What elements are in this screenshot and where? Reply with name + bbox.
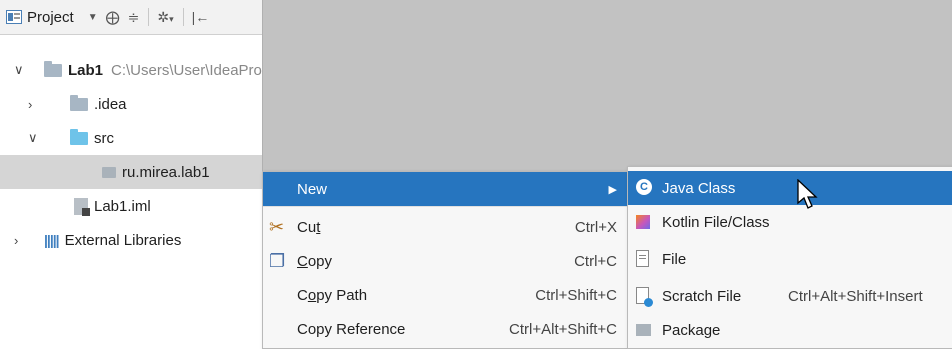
tree-item-label: External Libraries [64,231,182,249]
menu-item-label: Copy Path [297,286,368,304]
menu-separator [263,206,627,207]
project-toolbar: Project ▼ ⨁ ≑ ✲▾ |← [0,0,262,35]
menu-shortcut: Ctrl+X [574,218,617,236]
package-icon [636,324,651,336]
source-folder-icon [70,128,88,145]
menu-item-copy-reference[interactable]: Copy Reference Ctrl+Alt+Shift+C [263,312,627,346]
menu-shortcut: Ctrl+Alt+Shift+C [509,320,617,338]
toolbar-divider [182,8,184,26]
file-icon [636,250,649,267]
tree-item-label: Lab1.iml [94,197,151,215]
submenu-item-label: File [662,250,687,268]
tree-item-label: src [94,129,114,147]
scratch-file-icon [636,287,653,307]
chevron-right-icon[interactable]: › [14,233,18,248]
menu-shortcut: Ctrl+Shift+C [535,286,617,304]
submenu-item-label: Scratch File [662,287,742,305]
mouse-pointer-icon [797,179,818,209]
module-folder-icon [44,60,62,77]
tree-item-label: .idea [94,95,127,113]
submenu-item-scratch[interactable]: Scratch File Ctrl+Alt+Shift+Insert [628,279,952,313]
kotlin-icon [636,215,650,229]
submenu-item-file[interactable]: File [628,242,952,276]
submenu-item-label: Java Class [662,179,736,197]
submenu-arrow-icon: ▶ [608,183,617,196]
copy-icon: ❐ [269,250,286,271]
package-icon [102,166,116,178]
menu-item-label: Cut [297,218,321,236]
menu-item-label: Copy Reference [297,320,406,338]
tree-item-package[interactable]: ru.mirea.lab1 [0,155,262,189]
chevron-down-icon[interactable]: ∨ [28,130,38,146]
submenu-item-label: Package [662,321,721,339]
submenu-item-label: Kotlin File/Class [662,213,770,231]
menu-shortcut: Ctrl+C [574,252,617,270]
menu-item-label: New [297,180,328,198]
project-view-selector[interactable]: Project [6,9,74,26]
context-menu: New ▶ ✂ Cut Ctrl+X ❐ Copy Ctrl+C Copy Pa… [262,171,628,349]
project-panel: Project ▼ ⨁ ≑ ✲▾ |← ∨ Lab1 C:\Users\User… [0,0,262,347]
tree-item-lab1[interactable]: ∨ Lab1 C:\Users\User\IdeaPro [0,53,262,87]
menu-item-label: Copy [297,252,333,270]
gear-icon[interactable]: ✲▾ [157,9,173,26]
tree-item-label: Lab1 [68,61,104,79]
folder-icon [70,94,88,111]
new-submenu: C Java Class Kotlin File/Class File Scra… [627,166,952,349]
tree-item-src[interactable]: ∨ src [0,121,262,155]
tree-item-label: ru.mirea.lab1 [122,163,210,181]
tree-item-iml[interactable]: Lab1.iml [0,189,262,223]
module-file-icon [74,197,90,216]
dropdown-icon[interactable]: ▼ [88,12,98,23]
tree-item-external-libraries[interactable]: › ||||| External Libraries [0,223,262,257]
chevron-down-icon[interactable]: ∨ [14,62,24,78]
java-class-icon: C [636,179,652,195]
locate-icon[interactable]: ⨁ [106,9,120,26]
project-title: Project [27,8,74,26]
module-path: C:\Users\User\IdeaPro [111,61,262,79]
collapse-icon[interactable]: ≑ [128,9,140,26]
menu-shortcut: Ctrl+Alt+Shift+Insert [788,287,923,305]
hide-icon[interactable]: |← [192,9,210,25]
scissors-icon: ✂ [269,216,285,237]
submenu-item-java-class[interactable]: C Java Class [628,171,952,205]
menu-item-new[interactable]: New ▶ [263,172,627,206]
chevron-right-icon[interactable]: › [28,97,32,112]
library-icon: ||||| [44,232,60,248]
menu-item-cut[interactable]: ✂ Cut Ctrl+X [263,210,627,244]
project-view-icon [6,10,22,24]
tree-item-idea[interactable]: › .idea [0,87,262,121]
toolbar-divider [148,8,150,26]
menu-item-copy-path[interactable]: Copy Path Ctrl+Shift+C [263,278,627,312]
submenu-item-kotlin[interactable]: Kotlin File/Class [628,205,952,239]
menu-item-copy[interactable]: ❐ Copy Ctrl+C [263,244,627,278]
submenu-item-package[interactable]: Package [628,313,952,347]
